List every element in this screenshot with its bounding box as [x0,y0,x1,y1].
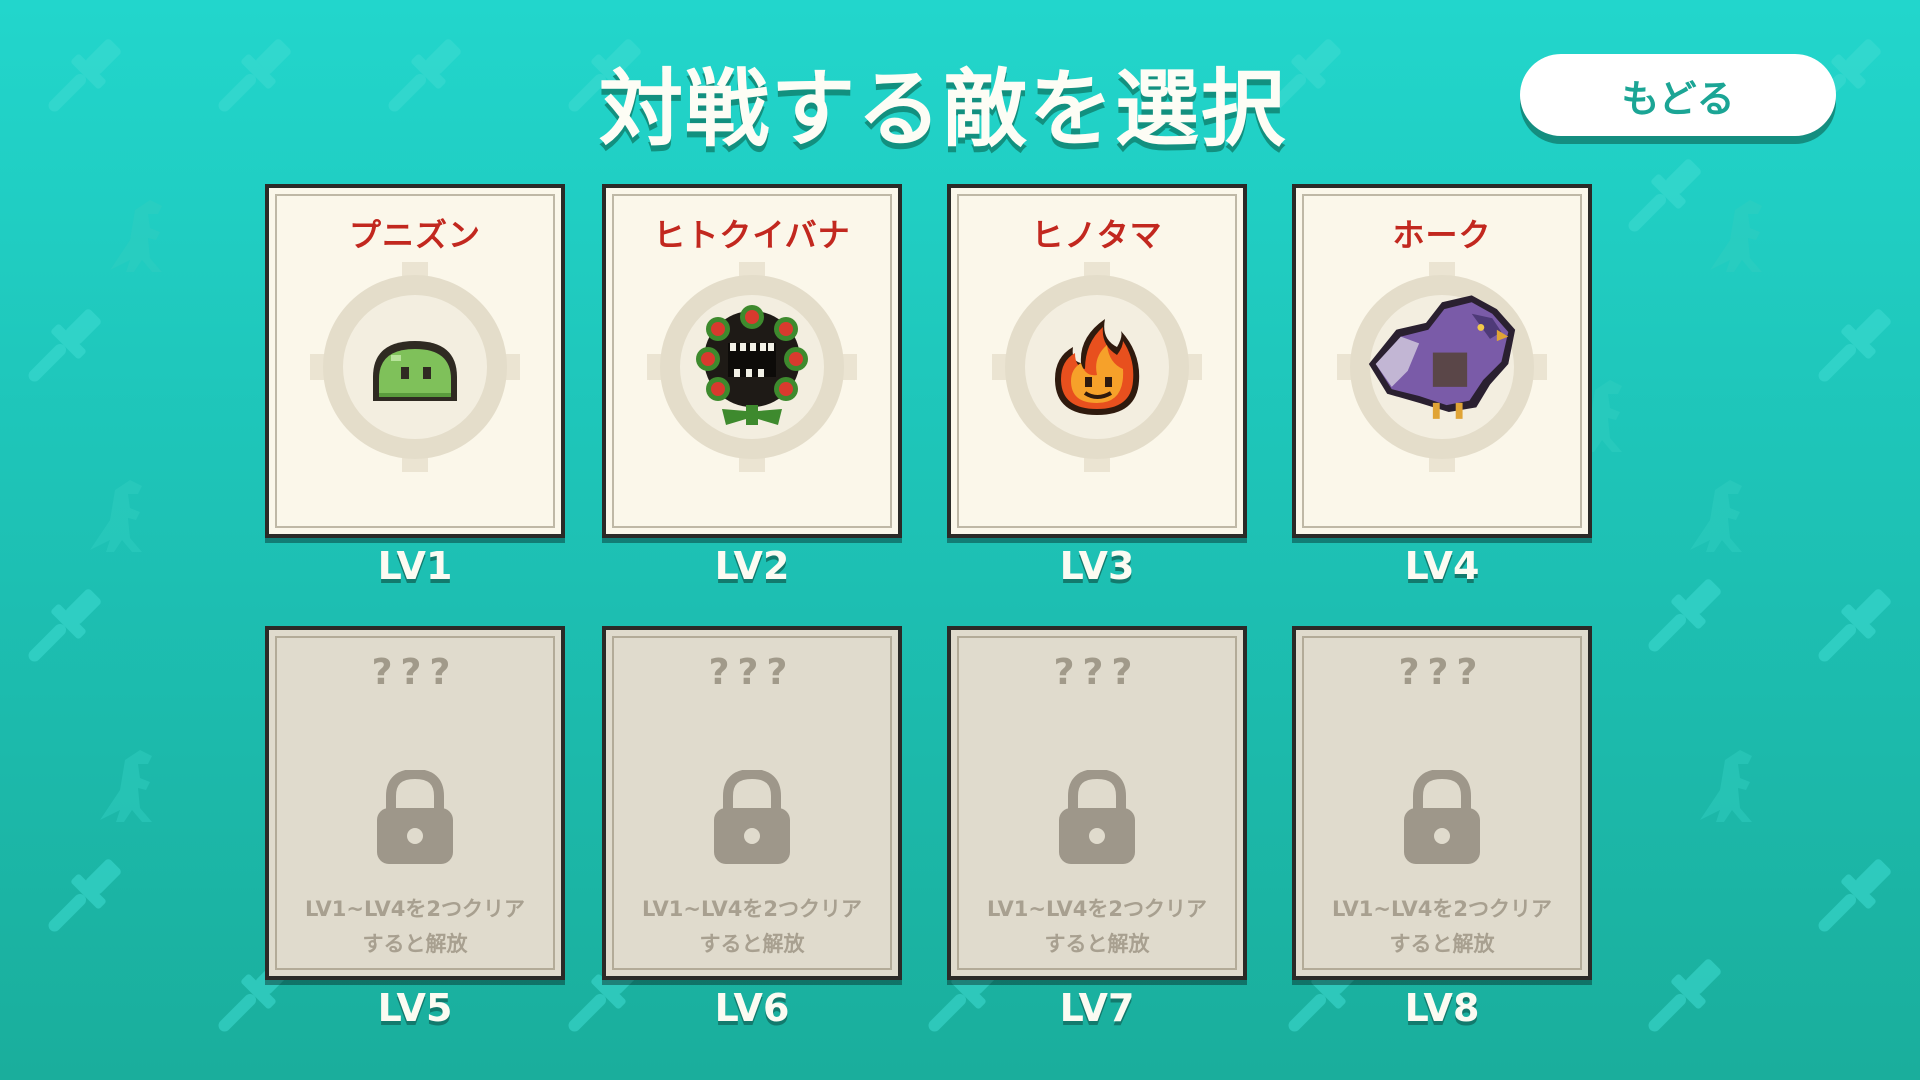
unknown-name: ??? [371,652,459,693]
unlock-condition: LV1~LV4を2つクリア [1332,897,1552,921]
unlock-condition: すると解放 [362,932,468,956]
unlock-condition: すると解放 [699,932,805,956]
level-label: LV3 [1059,544,1135,588]
hawk-icon [1368,295,1516,419]
enemy-name: ヒトクイバナ [653,216,851,254]
enemy-name: ヒノタマ [1031,216,1163,254]
unlock-condition: LV1~LV4を2つクリア [305,897,525,921]
unlock-condition: LV1~LV4を2つクリア [642,897,862,921]
slime-icon [373,341,457,401]
enemy-card-4[interactable]: ホーク [1292,184,1592,538]
enemy-card-1[interactable]: プニズン [265,184,565,538]
enemy-name: ホーク [1392,216,1492,254]
locked-card-6: ??? LV1~LV4を2つクリア すると解放 [602,626,902,980]
back-button[interactable]: もどる [1520,54,1836,136]
level-label: LV5 [377,986,453,1030]
locked-card-8: ??? LV1~LV4を2つクリア すると解放 [1292,626,1592,980]
lock-icon [1404,770,1480,864]
enemy-name: プニズン [348,216,481,254]
unlock-condition: すると解放 [1389,932,1495,956]
lock-icon [1059,770,1135,864]
unknown-name: ??? [708,652,796,693]
lock-icon [377,770,453,864]
maneater-plant-icon [696,305,808,425]
level-label: LV6 [714,986,790,1030]
level-label: LV8 [1404,986,1480,1030]
lock-icon [714,770,790,864]
fireball-icon [1055,319,1140,415]
unknown-name: ??? [1053,652,1141,693]
level-label: LV2 [714,544,790,588]
level-label: LV1 [377,544,453,588]
enemy-card-3[interactable]: ヒノタマ [947,184,1247,538]
unlock-condition: LV1~LV4を2つクリア [987,897,1207,921]
locked-card-7: ??? LV1~LV4を2つクリア すると解放 [947,626,1247,980]
unknown-name: ??? [1398,652,1486,693]
locked-card-5: ??? LV1~LV4を2つクリア すると解放 [265,626,565,980]
level-label: LV4 [1404,544,1480,588]
level-label: LV7 [1059,986,1135,1030]
unlock-condition: すると解放 [1044,932,1150,956]
enemy-card-2[interactable]: ヒトクイバナ [602,184,902,538]
